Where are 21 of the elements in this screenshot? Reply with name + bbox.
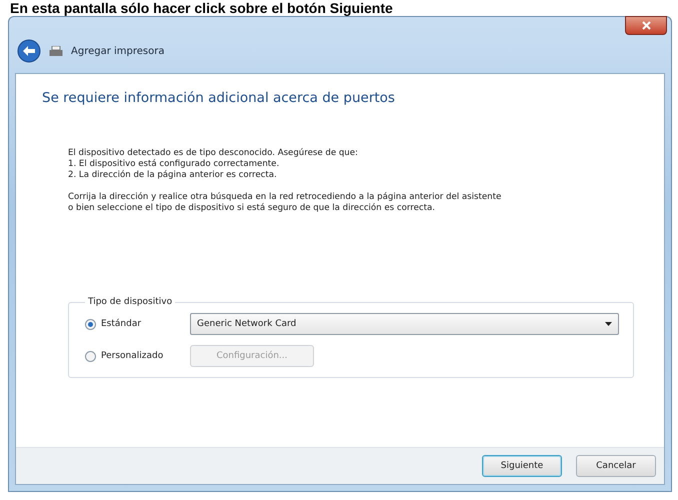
radio-label[interactable]: Personalizado <box>101 351 164 361</box>
dialog-button[interactable]: Siguiente <box>482 455 562 477</box>
radio-button[interactable] <box>85 350 96 362</box>
radio-button[interactable] <box>85 318 96 330</box>
close-icon <box>642 21 650 30</box>
dialog-button[interactable]: Cancelar <box>576 455 656 477</box>
caption-text: En esta pantalla sólo hacer click sobre el botón Siguiente <box>9 0 394 16</box>
caret-icon <box>605 322 612 326</box>
body-text: 1. El dispositivo está configurado correctamente. <box>68 159 280 170</box>
body-text: o bien seleccione el tipo de dispositivo si está seguro de que la dirección es correcta. <box>68 203 436 214</box>
group-label: Tipo de dispositivo <box>87 297 174 307</box>
body-text: 2. La dirección de la página anterior es correcta. <box>68 170 278 181</box>
printer-icon <box>49 46 63 56</box>
close-button[interactable] <box>625 16 667 35</box>
body-text: Corrija la dirección y realice otra búsqueda en la red retrocediendo a la página anterior del asistente <box>68 192 502 203</box>
body-text: El dispositivo detectado es de tipo desconocido. Asegúrese de que: <box>68 148 359 159</box>
device-dropdown[interactable]: Generic Network Card <box>190 313 619 335</box>
page-heading: Se requiere información adicional acerca de puertos <box>42 90 396 106</box>
back-button[interactable] <box>17 39 41 63</box>
radio-label[interactable]: Estándar <box>101 319 142 329</box>
window-title: Agregar impresora <box>71 46 164 56</box>
